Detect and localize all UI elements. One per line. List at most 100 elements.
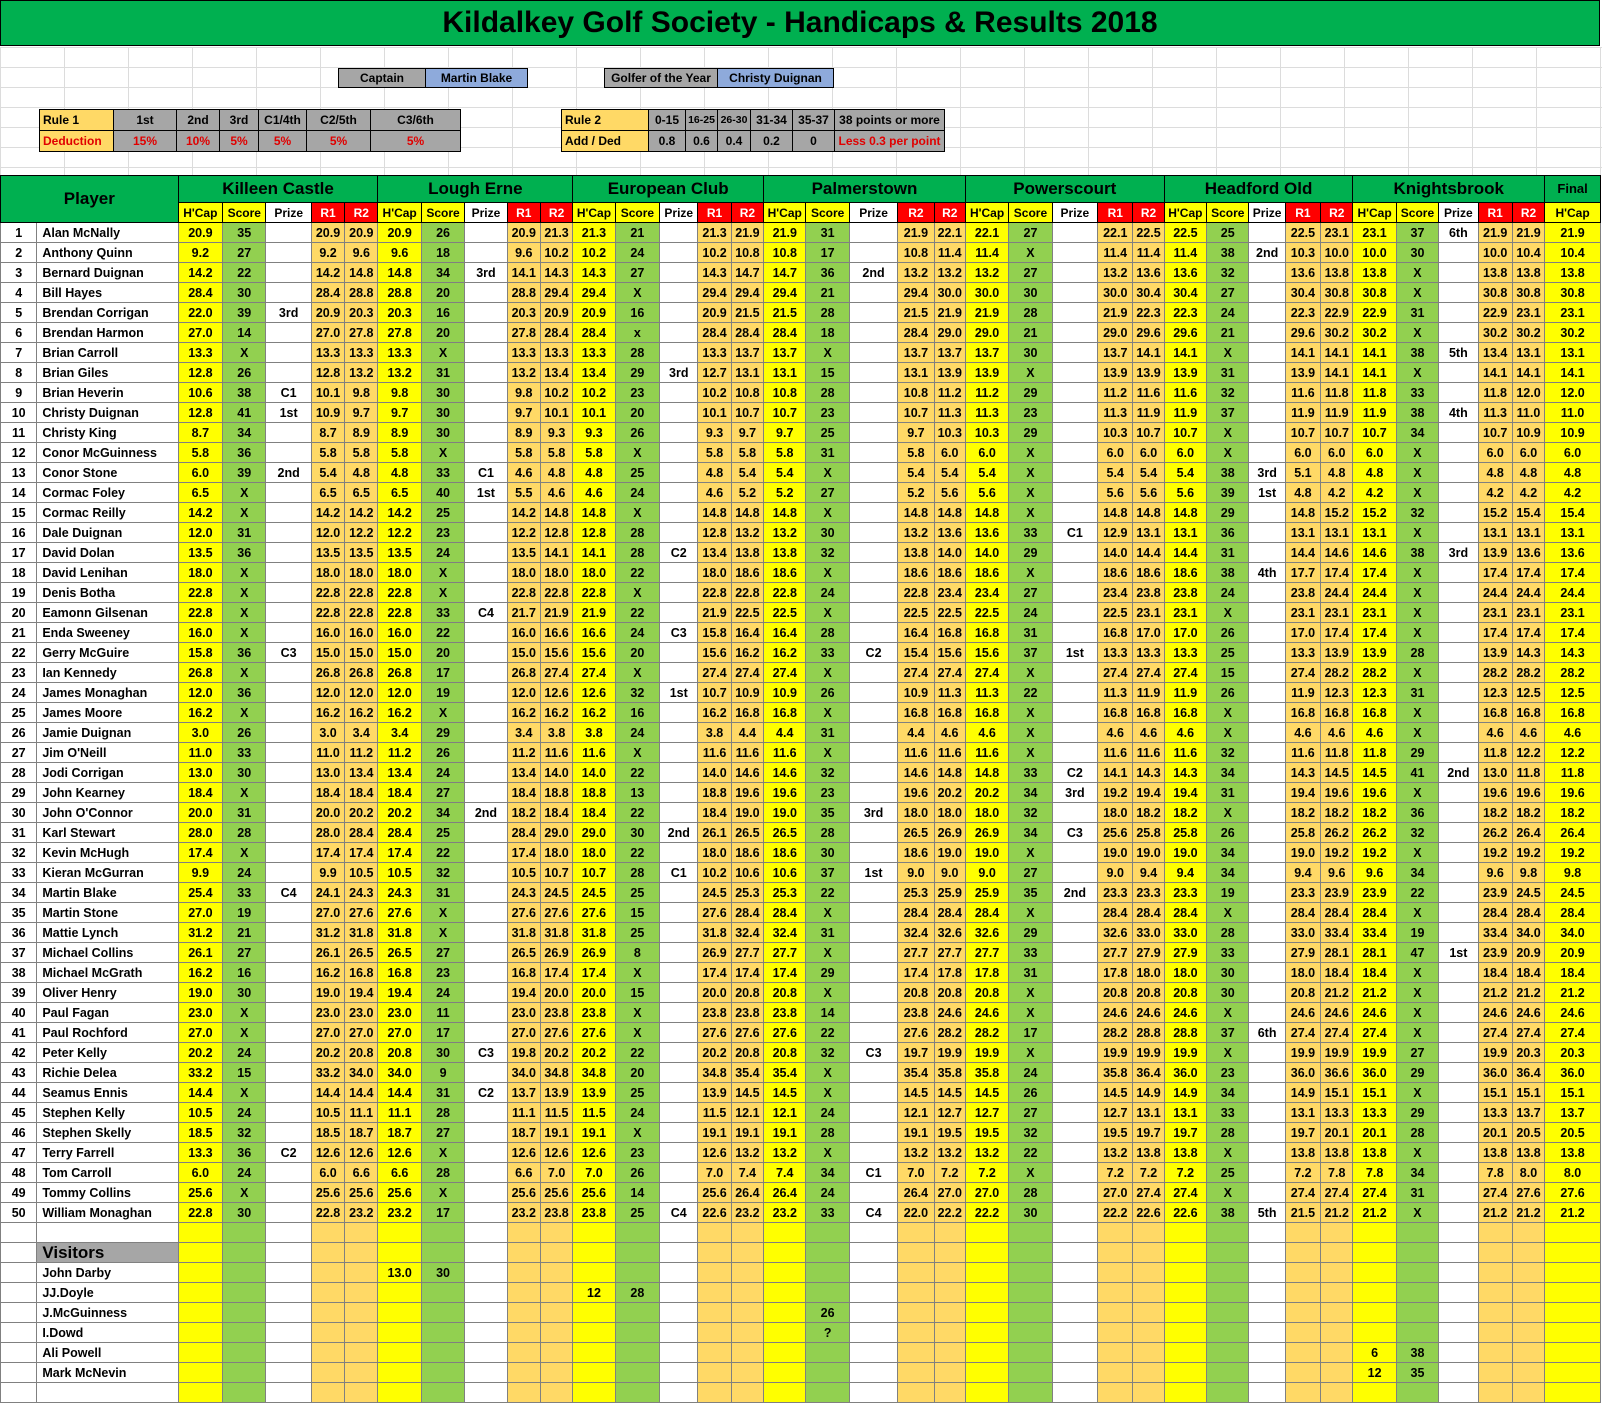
prize-cell[interactable]: 2nd bbox=[848, 262, 899, 283]
r1-cell[interactable]: 10.2 bbox=[697, 862, 732, 883]
r2-cell[interactable]: 12.8 bbox=[539, 522, 574, 543]
score-cell[interactable]: 30 bbox=[420, 1042, 466, 1063]
score-cell[interactable]: X bbox=[1206, 702, 1250, 723]
hcap-cell[interactable]: 11.6 bbox=[1163, 382, 1208, 403]
r1-cell[interactable]: 22.8 bbox=[506, 582, 541, 603]
r1-cell[interactable]: 23.4 bbox=[1097, 582, 1134, 603]
r1-cell[interactable]: 21.9 bbox=[1477, 222, 1513, 243]
r2-cell[interactable]: 28.4 bbox=[1132, 902, 1165, 923]
r2-cell[interactable]: 18.7 bbox=[344, 1122, 379, 1143]
r1-cell[interactable]: 17.4 bbox=[1477, 622, 1513, 643]
hcap-cell[interactable]: 18.2 bbox=[1352, 802, 1397, 823]
hcap-cell[interactable]: 14.5 bbox=[1352, 762, 1397, 783]
r2-cell[interactable]: 4.8 bbox=[1320, 462, 1354, 483]
prize-cell[interactable] bbox=[1051, 1202, 1099, 1223]
r2-cell[interactable]: 11.6 bbox=[539, 742, 574, 763]
hcap-cell[interactable]: 20.0 bbox=[177, 802, 224, 823]
score-cell[interactable]: 23 bbox=[420, 962, 466, 983]
r2-cell[interactable]: 7.4 bbox=[730, 1162, 765, 1183]
r2-cell[interactable]: 28.4 bbox=[539, 322, 574, 343]
player-name[interactable]: Bill Hayes bbox=[36, 282, 179, 303]
score-cell[interactable]: 20 bbox=[420, 282, 466, 303]
score-cell[interactable]: X bbox=[1395, 322, 1440, 343]
score-cell[interactable]: 28 bbox=[1395, 642, 1440, 663]
hcap-cell[interactable]: 20.2 bbox=[177, 1042, 224, 1063]
r2-cell[interactable]: 14.1 bbox=[1320, 362, 1354, 383]
r1-cell[interactable]: 11.6 bbox=[1097, 742, 1134, 763]
score-cell[interactable]: X bbox=[1008, 702, 1053, 723]
score-cell[interactable]: X bbox=[805, 662, 850, 683]
hcap-cell[interactable]: 25.3 bbox=[763, 882, 807, 903]
r2-cell[interactable]: 12.2 bbox=[1511, 742, 1546, 763]
score-cell[interactable]: 22 bbox=[1008, 682, 1053, 703]
hcap-cell[interactable]: 5.8 bbox=[572, 442, 616, 463]
score-cell[interactable]: 14 bbox=[222, 322, 267, 343]
score-cell[interactable]: 38 bbox=[1395, 402, 1440, 423]
r1-cell[interactable]: 11.3 bbox=[1097, 682, 1134, 703]
r2-cell[interactable]: 16.8 bbox=[730, 702, 765, 723]
prize-cell[interactable] bbox=[848, 302, 899, 323]
hcap-cell[interactable]: 10.7 bbox=[1352, 422, 1397, 443]
prize-cell[interactable] bbox=[265, 342, 312, 363]
r2-cell[interactable]: 14.8 bbox=[1132, 502, 1165, 523]
score-cell[interactable]: 22 bbox=[614, 762, 661, 783]
score-cell[interactable]: 33 bbox=[222, 882, 267, 903]
prize-cell[interactable] bbox=[848, 1142, 899, 1163]
r1-cell[interactable]: 9.6 bbox=[506, 242, 541, 263]
prize-cell[interactable] bbox=[464, 502, 508, 523]
r2-cell[interactable]: 30.2 bbox=[1320, 322, 1354, 343]
prize-cell[interactable]: 5th bbox=[1438, 342, 1479, 363]
r2-cell[interactable]: 23.8 bbox=[730, 1002, 765, 1023]
r1-cell[interactable]: 25.6 bbox=[1097, 822, 1134, 843]
hcap-cell[interactable]: 6.5 bbox=[377, 482, 422, 503]
prize-cell[interactable] bbox=[265, 1202, 312, 1223]
r2-cell[interactable]: 15.4 bbox=[1511, 502, 1546, 523]
r1-cell[interactable]: 27.4 bbox=[897, 662, 935, 683]
score-cell[interactable]: 23 bbox=[1206, 1062, 1250, 1083]
prize-cell[interactable] bbox=[1248, 602, 1286, 623]
player-name[interactable]: Tommy Collins bbox=[36, 1182, 179, 1203]
r2-cell[interactable]: 14.9 bbox=[1132, 1082, 1165, 1103]
r2-cell[interactable]: 17.4 bbox=[1320, 622, 1354, 643]
prize-cell[interactable]: 1st bbox=[1438, 942, 1479, 963]
score-cell[interactable]: 31 bbox=[420, 1082, 466, 1103]
prize-cell[interactable] bbox=[464, 882, 508, 903]
r2-cell[interactable]: 13.9 bbox=[1132, 362, 1165, 383]
prize-cell[interactable] bbox=[1438, 962, 1479, 983]
r2-cell[interactable]: 9.8 bbox=[1511, 862, 1546, 883]
prize-cell[interactable] bbox=[1248, 822, 1286, 843]
score-cell[interactable]: 9 bbox=[420, 1062, 466, 1083]
score-cell[interactable]: X bbox=[1395, 962, 1440, 983]
score-cell[interactable]: 25 bbox=[1206, 222, 1250, 243]
r2-cell[interactable]: 15.1 bbox=[1511, 1082, 1546, 1103]
score-cell[interactable]: 22 bbox=[1008, 1142, 1053, 1163]
score-cell[interactable]: 38 bbox=[1206, 1202, 1250, 1223]
r2-cell[interactable]: 30.2 bbox=[1511, 322, 1546, 343]
score-cell[interactable]: 32 bbox=[805, 542, 850, 563]
r2-cell[interactable]: 11.0 bbox=[1511, 402, 1546, 423]
visitor-name[interactable]: JJ.Doyle bbox=[36, 1282, 179, 1303]
r2-cell[interactable]: 5.6 bbox=[1132, 482, 1165, 503]
prize-cell[interactable] bbox=[464, 362, 508, 383]
r1-cell[interactable]: 14.5 bbox=[1097, 1082, 1134, 1103]
score-cell[interactable]: 31 bbox=[1395, 302, 1440, 323]
score-cell[interactable]: 37 bbox=[805, 862, 850, 883]
prize-cell[interactable] bbox=[848, 522, 899, 543]
hcap-cell[interactable]: 14.2 bbox=[377, 502, 422, 523]
score-cell[interactable]: 23 bbox=[805, 402, 850, 423]
prize-cell[interactable] bbox=[1248, 842, 1286, 863]
score-cell[interactable]: 37 bbox=[1206, 402, 1250, 423]
prize-cell[interactable] bbox=[659, 1162, 699, 1183]
score-cell[interactable]: X bbox=[420, 1182, 466, 1203]
r1-cell[interactable]: 27.4 bbox=[1477, 1022, 1513, 1043]
r2-cell[interactable]: 19.6 bbox=[1511, 782, 1546, 803]
r1-cell[interactable]: 13.3 bbox=[1097, 642, 1134, 663]
r2-cell[interactable]: 13.6 bbox=[1511, 542, 1546, 563]
r1-cell[interactable]: 27.7 bbox=[1097, 942, 1134, 963]
player-name[interactable]: Dale Duignan bbox=[36, 522, 179, 543]
r1-cell[interactable]: 15.1 bbox=[1477, 1082, 1513, 1103]
r1-cell[interactable]: 10.0 bbox=[1477, 242, 1513, 263]
prize-cell[interactable] bbox=[1248, 662, 1286, 683]
r2-cell[interactable]: 19.0 bbox=[933, 842, 966, 863]
hcap-cell[interactable]: 6.5 bbox=[177, 482, 224, 503]
